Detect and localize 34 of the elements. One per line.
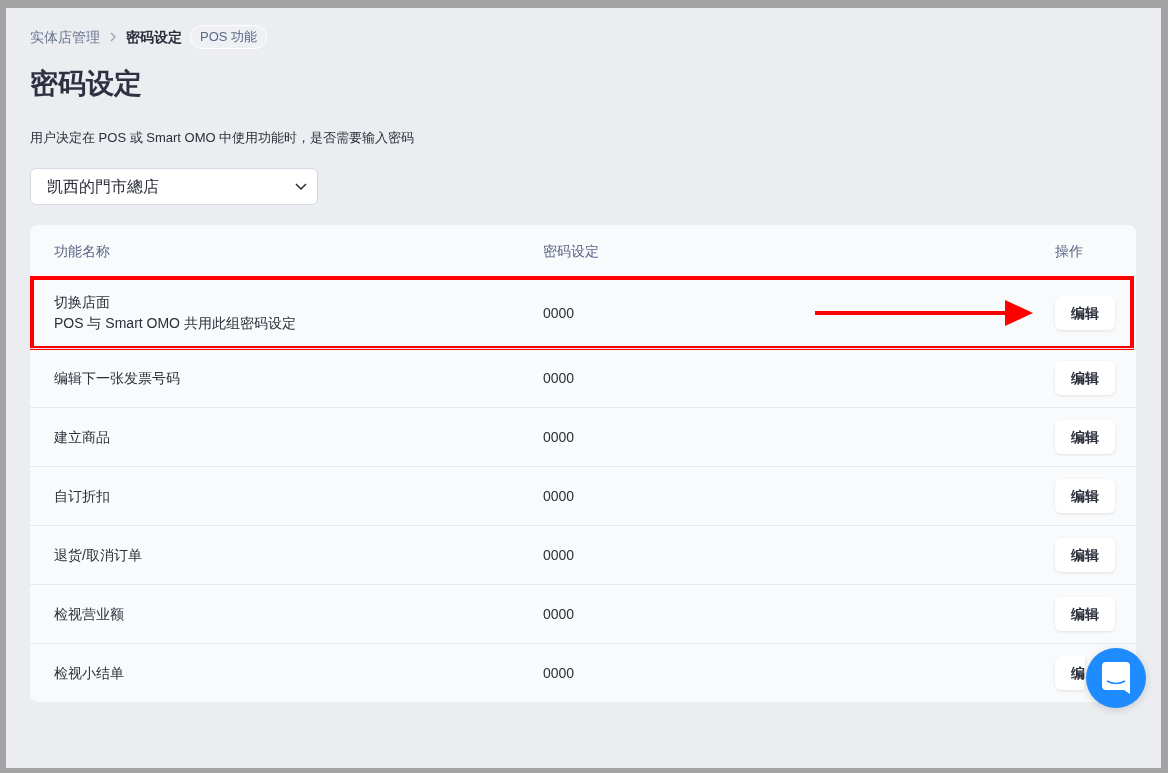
password-value: 0000 xyxy=(543,368,575,388)
function-name: 建立商品 xyxy=(54,427,110,447)
function-note: POS 与 Smart OMO 共用此组密码设定 xyxy=(54,314,296,333)
page-description: 用户决定在 POS 或 Smart OMO 中使用功能时，是否需要输入密码 xyxy=(30,129,415,147)
password-value: 0000 xyxy=(543,303,575,323)
column-header: 密码设定 xyxy=(543,242,599,261)
password-value: 0000 xyxy=(543,663,575,683)
feature-badge: POS 功能 xyxy=(190,25,268,49)
column-header: 操作 xyxy=(1055,242,1083,261)
chevron-right-icon xyxy=(110,32,116,42)
column-header: 功能名称 xyxy=(54,242,110,261)
edit-button[interactable]: 编辑 xyxy=(1055,420,1115,454)
function-name: 自订折扣 xyxy=(54,486,110,506)
page-title: 密码设定 xyxy=(30,67,142,101)
edit-button[interactable]: 编辑 xyxy=(1055,479,1115,513)
password-value: 0000 xyxy=(543,545,575,565)
edit-button[interactable]: 编辑 xyxy=(1055,538,1115,572)
function-name: 切换店面 xyxy=(54,293,110,312)
breadcrumb-current: 密码设定 xyxy=(126,27,182,47)
edit-button[interactable]: 编 xyxy=(1055,656,1085,690)
function-name: 检视营业额 xyxy=(54,604,124,624)
function-name: 退货/取消订单 xyxy=(54,545,142,565)
edit-button[interactable]: 编辑 xyxy=(1055,361,1115,395)
breadcrumb-link[interactable]: 实体店管理 xyxy=(30,26,100,48)
password-value: 0000 xyxy=(543,604,575,624)
function-name: 检视小结单 xyxy=(54,663,124,683)
chat-bubble-icon xyxy=(1102,662,1130,694)
function-name: 编辑下一张发票号码 xyxy=(54,368,180,388)
password-value: 0000 xyxy=(543,486,575,506)
store-select[interactable]: 凯西的門市總店 xyxy=(30,168,318,205)
edit-button[interactable]: 编辑 xyxy=(1055,296,1115,330)
edit-button[interactable]: 编辑 xyxy=(1055,597,1115,631)
chevron-down-icon xyxy=(295,183,307,190)
password-value: 0000 xyxy=(543,427,575,447)
